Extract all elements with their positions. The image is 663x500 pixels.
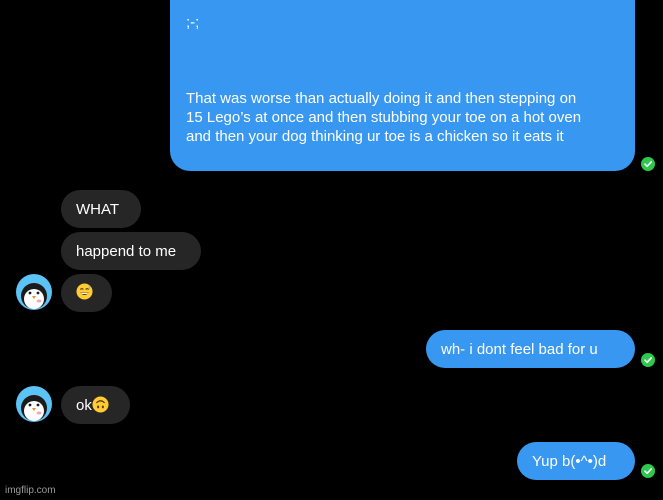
message-line: 15 Lego’s at once and then stubbing your… bbox=[186, 109, 582, 126]
message-text: wh- i dont feel bad for u bbox=[441, 341, 598, 358]
upside-down-face-emoji-icon bbox=[92, 396, 109, 413]
check-circle-icon bbox=[641, 157, 655, 171]
message-line: That was worse than actually doing it an… bbox=[186, 90, 577, 107]
incoming-message-bubble[interactable]: ok bbox=[61, 386, 130, 424]
outgoing-message-bubble[interactable]: wh- i dont feel bad for u bbox=[426, 330, 635, 368]
message-line bbox=[186, 32, 619, 51]
message-line: and then your dog thinking ur toe is a c… bbox=[186, 128, 564, 145]
grinning-sweat-emoji-icon bbox=[76, 283, 93, 300]
check-circle-icon bbox=[641, 353, 655, 367]
check-circle-icon bbox=[641, 464, 655, 478]
outgoing-message-bubble[interactable]: Yup b(•^•)d bbox=[517, 442, 635, 480]
incoming-message-bubble[interactable]: happend to me bbox=[61, 232, 201, 270]
message-line bbox=[186, 51, 619, 70]
message-text: WHAT bbox=[76, 201, 120, 218]
message-line: ;-; bbox=[186, 14, 200, 31]
incoming-message-bubble[interactable]: WHAT bbox=[61, 190, 141, 228]
penguin-avatar[interactable] bbox=[16, 386, 52, 422]
message-line bbox=[186, 70, 619, 89]
watermark: imgflip.com bbox=[5, 485, 56, 496]
message-text: ok bbox=[76, 397, 92, 414]
message-text: happend to me bbox=[76, 243, 177, 260]
incoming-message-bubble[interactable] bbox=[61, 274, 112, 312]
penguin-avatar[interactable] bbox=[16, 274, 52, 310]
message-text: Yup b(•^•)d bbox=[532, 453, 607, 470]
outgoing-message-bubble[interactable]: ;-; That was worse than actually doing i… bbox=[170, 0, 635, 171]
